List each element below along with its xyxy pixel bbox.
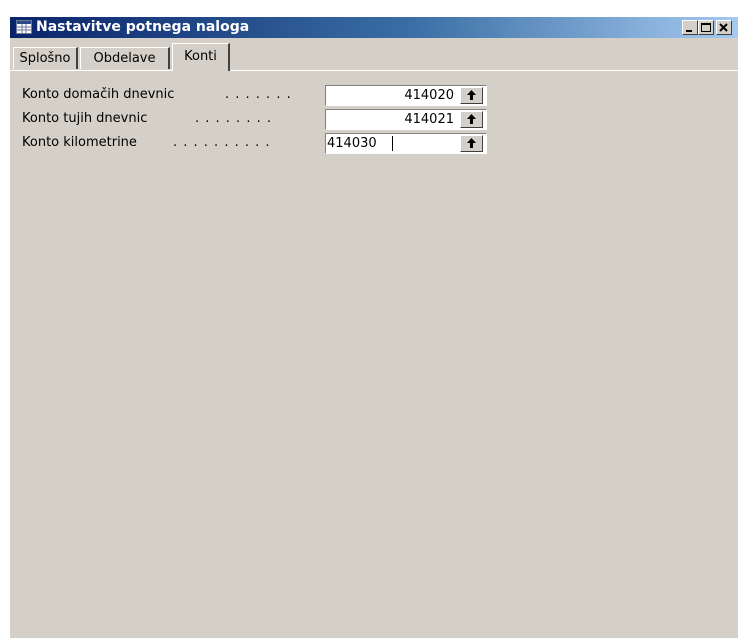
tab-label: Splošno — [19, 51, 71, 66]
field-value: 414030 — [327, 136, 377, 151]
form-icon — [16, 20, 32, 34]
form-window: Nastavitve potnega naloga Splošno Obdela… — [9, 16, 738, 638]
tab-konti[interactable]: Konti — [172, 43, 230, 71]
leader-dots: . . . . . . . . . . — [173, 135, 271, 150]
foreign-per-diem-account-input[interactable]: 414021 — [325, 109, 487, 130]
field-label: Konto domačih dnevnic — [22, 87, 175, 102]
arrow-up-icon — [467, 138, 476, 148]
field-value: 414021 — [404, 112, 454, 127]
field-label: Konto tujih dnevnic — [22, 111, 148, 126]
tab-label: Konti — [184, 49, 217, 64]
title-bar[interactable]: Nastavitve potnega naloga — [10, 17, 738, 38]
maximize-icon — [701, 23, 711, 32]
text-cursor — [392, 136, 393, 151]
mileage-account-input[interactable]: 414030 — [325, 133, 487, 154]
field-label: Konto kilometrine — [22, 135, 137, 150]
arrow-up-icon — [467, 90, 476, 100]
tab-splosno[interactable]: Splošno — [13, 47, 78, 69]
leader-dots: . . . . . . . . — [195, 111, 272, 126]
lookup-button[interactable] — [460, 135, 483, 152]
leader-dots: . . . . . . . — [225, 87, 292, 102]
arrow-up-icon — [467, 114, 476, 124]
lookup-button[interactable] — [460, 87, 483, 104]
field-value: 414020 — [404, 88, 454, 103]
close-icon — [719, 23, 728, 32]
tab-panel-konti: Konto domačih dnevnic . . . . . . . 4140… — [10, 70, 738, 640]
domestic-per-diem-account-input[interactable]: 414020 — [325, 85, 487, 106]
minimize-button[interactable] — [682, 20, 698, 35]
close-button[interactable] — [716, 20, 732, 35]
maximize-button[interactable] — [698, 20, 714, 35]
window-title: Nastavitve potnega naloga — [36, 19, 250, 35]
lookup-button[interactable] — [460, 111, 483, 128]
tab-label: Obdelave — [93, 51, 156, 66]
minimize-icon — [686, 30, 692, 32]
tab-obdelave[interactable]: Obdelave — [80, 47, 170, 69]
